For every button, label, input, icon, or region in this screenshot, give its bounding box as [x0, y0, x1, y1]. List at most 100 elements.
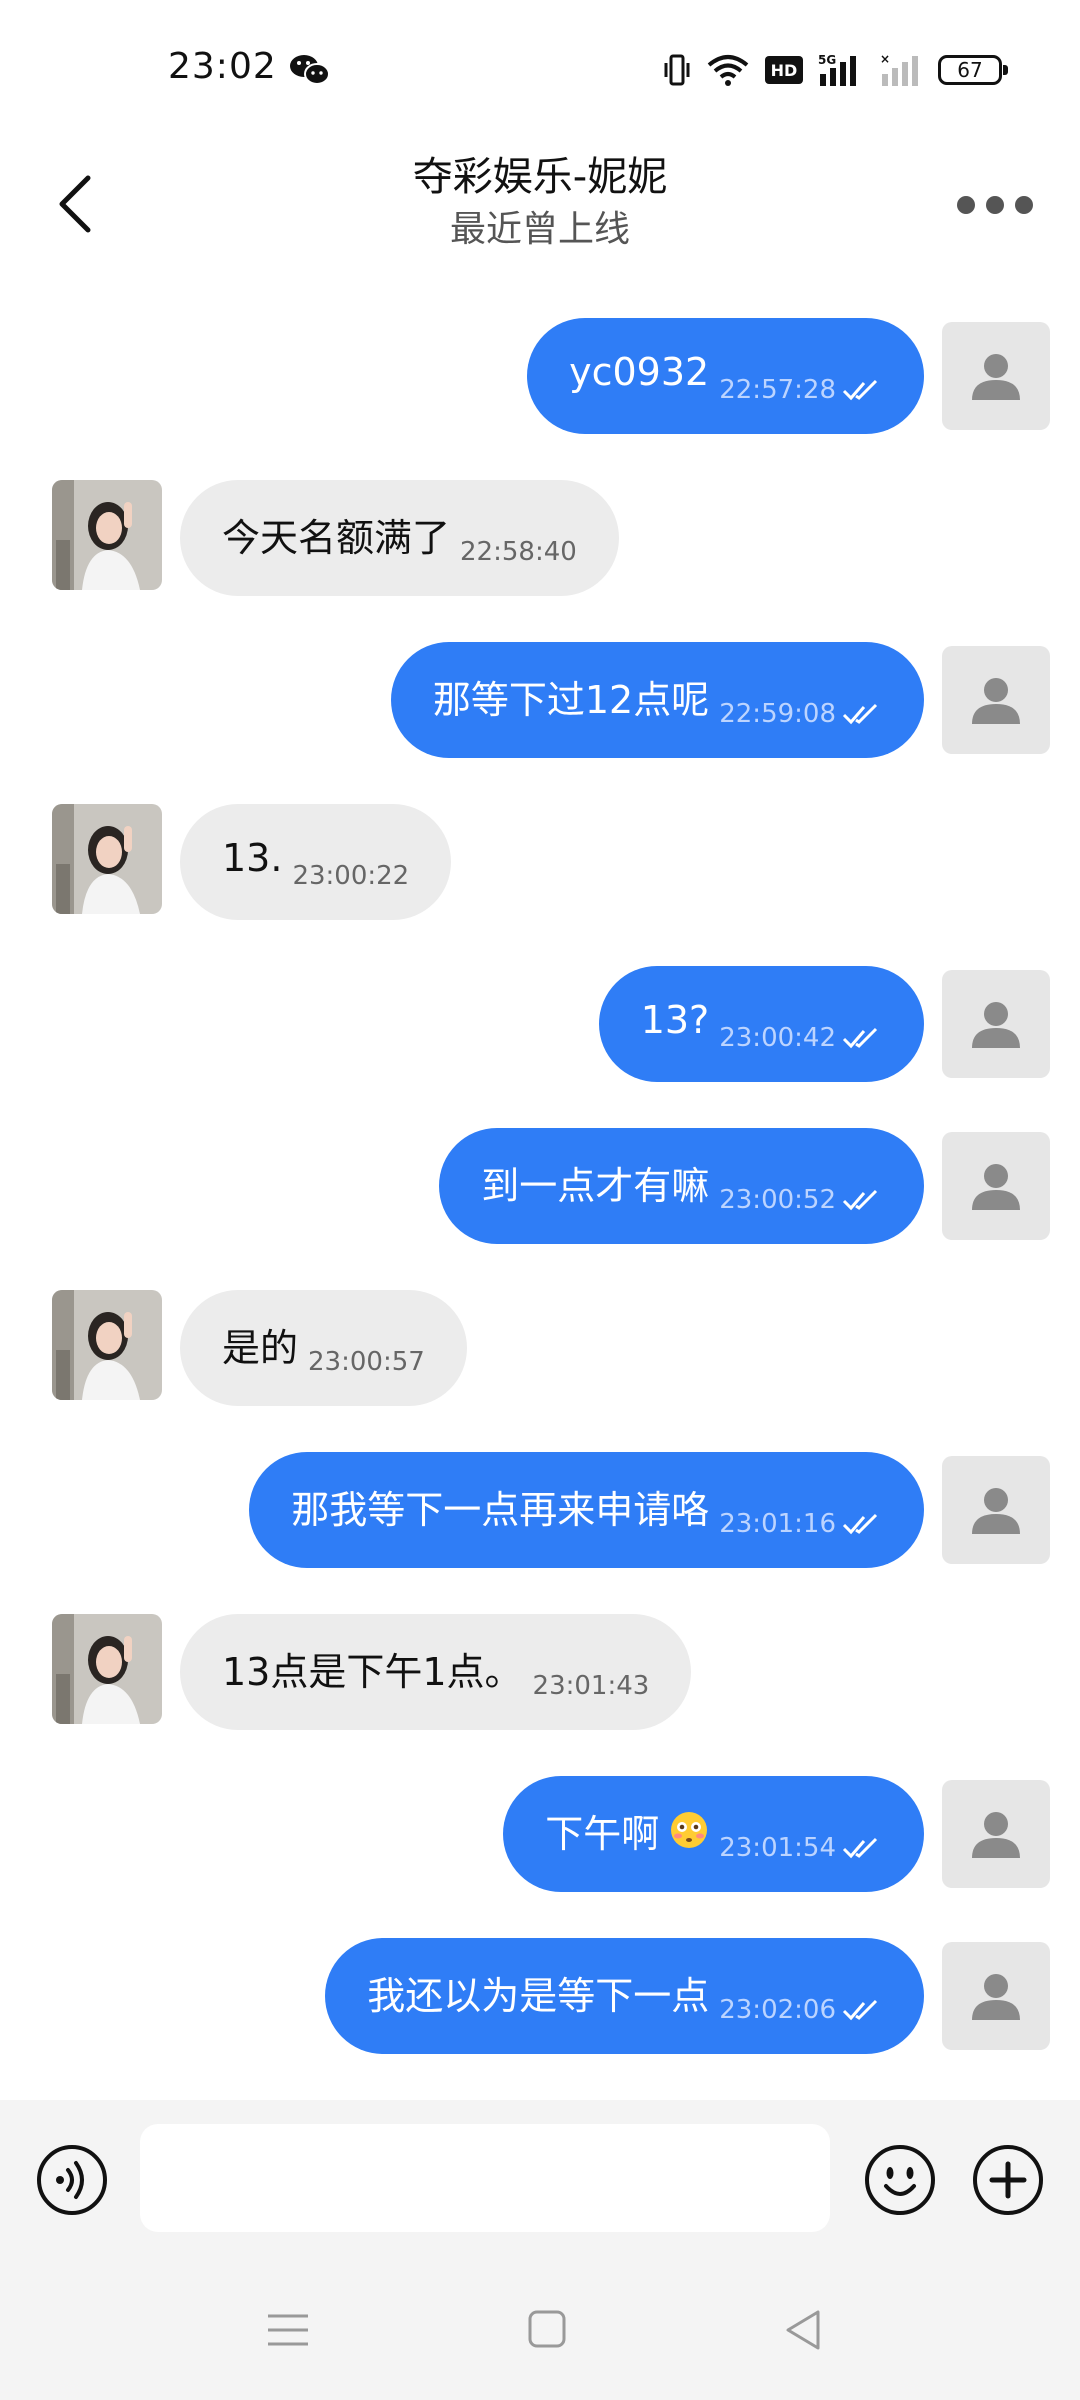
- message-time: 23:01:16: [719, 1509, 836, 1539]
- incoming-message: 是的 23:00:57: [0, 1290, 1080, 1406]
- outgoing-message: 13? 23:00:42: [0, 966, 1080, 1082]
- user-icon: [972, 1812, 1020, 1858]
- my-avatar[interactable]: [942, 1132, 1050, 1240]
- message-bubble[interactable]: 下午啊 23:01:54: [503, 1776, 924, 1892]
- message-time: 23:00:42: [719, 1023, 836, 1053]
- message-meta: 22:59:08: [719, 699, 882, 729]
- svg-text:×: ×: [880, 52, 890, 66]
- message-time: 23:01:43: [532, 1671, 650, 1701]
- message-list[interactable]: yc0932 22:57:28 今天名额满了 22:58:40 那等下过12点呢 22:5…: [0, 290, 1080, 2100]
- message-text: 13?: [640, 998, 710, 1042]
- message-meta: 22:58:40: [460, 537, 577, 567]
- system-nav-bar: [0, 2260, 1080, 2400]
- outgoing-message: 到一点才有嘛 23:00:52: [0, 1128, 1080, 1244]
- message-meta: 23:01:16: [719, 1509, 882, 1539]
- back-nav-icon[interactable]: [774, 2300, 834, 2360]
- home-icon[interactable]: [516, 2300, 576, 2360]
- online-status: 最近曾上线: [449, 209, 630, 250]
- svg-text:HD: HD: [771, 61, 798, 80]
- message-bubble[interactable]: 13. 23:00:22: [180, 804, 452, 920]
- more-options-icon[interactable]: [950, 170, 1040, 240]
- wifi-icon: [707, 55, 749, 86]
- user-icon: [972, 678, 1020, 724]
- menu-icon[interactable]: [258, 2300, 318, 2360]
- read-receipt-icon: [842, 1999, 878, 2021]
- message-bubble[interactable]: 13? 23:00:42: [598, 966, 924, 1082]
- my-avatar[interactable]: [942, 646, 1050, 754]
- voice-input-icon[interactable]: [36, 2144, 108, 2216]
- message-time: 23:00:52: [719, 1185, 836, 1215]
- message-bubble[interactable]: 是的 23:00:57: [180, 1290, 467, 1406]
- my-avatar[interactable]: [942, 322, 1050, 430]
- message-bubble[interactable]: 13点是下午1点。 23:01:43: [180, 1614, 692, 1730]
- outgoing-message: 下午啊 23:01:54: [0, 1776, 1080, 1892]
- message-bubble[interactable]: 我还以为是等下一点 23:02:06: [325, 1938, 924, 2054]
- read-receipt-icon: [842, 379, 878, 401]
- contact-photo: [52, 804, 162, 914]
- my-avatar[interactable]: [942, 1942, 1050, 2050]
- my-avatar[interactable]: [942, 970, 1050, 1078]
- message-meta: 22:57:28: [719, 375, 882, 405]
- user-icon: [972, 1488, 1020, 1534]
- message-text: 下午啊: [545, 1811, 660, 1856]
- contact-photo: [52, 1290, 162, 1400]
- message-time: 23:02:06: [719, 1995, 836, 2025]
- chat-title: 夺彩娱乐-妮妮: [412, 154, 668, 200]
- message-time: 22:58:40: [460, 537, 577, 567]
- message-meta: 23:02:06: [719, 1995, 882, 2025]
- read-receipt-icon: [842, 703, 878, 725]
- contact-photo: [52, 1614, 162, 1724]
- my-avatar[interactable]: [942, 1780, 1050, 1888]
- message-text: 到一点才有嘛: [481, 1163, 710, 1208]
- message-text: 那等下过12点呢: [432, 677, 710, 722]
- my-avatar[interactable]: [942, 1456, 1050, 1564]
- user-icon: [972, 1002, 1020, 1048]
- message-time: 23:00:57: [308, 1347, 425, 1377]
- message-meta: 23:01:54: [719, 1833, 882, 1863]
- battery-icon: 67: [938, 55, 1008, 85]
- message-bubble[interactable]: 到一点才有嘛 23:00:52: [439, 1128, 924, 1244]
- signal-5g-icon: 5G: [818, 53, 856, 86]
- message-time: 22:59:08: [719, 699, 836, 729]
- message-bubble[interactable]: 今天名额满了 22:58:40: [180, 480, 619, 596]
- message-input[interactable]: [140, 2124, 830, 2232]
- chat-header: 夺彩娱乐-妮妮 最近曾上线: [0, 140, 1080, 280]
- message-meta: 23:00:57: [308, 1347, 425, 1377]
- read-receipt-icon: [842, 1027, 878, 1049]
- status-time: 23:02: [168, 46, 277, 87]
- contact-avatar[interactable]: [52, 804, 162, 914]
- contact-avatar[interactable]: [52, 1290, 162, 1400]
- message-text: 13.: [222, 836, 283, 880]
- read-receipt-icon: [842, 1837, 878, 1859]
- message-text: 那我等下一点再来申请咯: [291, 1487, 710, 1532]
- message-text: 我还以为是等下一点: [367, 1973, 710, 2018]
- vibrate-icon: [664, 54, 690, 86]
- user-icon: [972, 354, 1020, 400]
- message-bubble[interactable]: 那我等下一点再来申请咯 23:01:16: [249, 1452, 924, 1568]
- contact-avatar[interactable]: [52, 480, 162, 590]
- contact-avatar[interactable]: [52, 1614, 162, 1724]
- outgoing-message: 我还以为是等下一点 23:02:06: [0, 1938, 1080, 2054]
- status-bar: 23:02 HD 5G × 67: [0, 0, 1080, 140]
- svg-text:5G: 5G: [818, 53, 836, 67]
- emoji-icon[interactable]: [864, 2144, 936, 2216]
- message-text: 今天名额满了: [222, 515, 451, 560]
- outgoing-message: 那等下过12点呢 22:59:08: [0, 642, 1080, 758]
- signal-empty-icon: ×: [880, 52, 918, 86]
- message-meta: 23:00:22: [292, 861, 409, 891]
- user-icon: [972, 1164, 1020, 1210]
- flushed-face-emoji: [671, 1812, 708, 1848]
- message-meta: 23:00:42: [719, 1023, 882, 1053]
- plus-icon[interactable]: [972, 2144, 1044, 2216]
- outgoing-message: 那我等下一点再来申请咯 23:01:16: [0, 1452, 1080, 1568]
- message-text: 是的: [222, 1325, 299, 1370]
- message-text: yc0932: [569, 350, 710, 394]
- message-text: 13点是下午1点。: [222, 1649, 523, 1694]
- read-receipt-icon: [842, 1513, 878, 1535]
- input-bar: [0, 2100, 1080, 2260]
- incoming-message: 13点是下午1点。 23:01:43: [0, 1614, 1080, 1730]
- message-time: 23:01:54: [719, 1833, 836, 1863]
- message-bubble[interactable]: 那等下过12点呢 22:59:08: [390, 642, 924, 758]
- message-bubble[interactable]: yc0932 22:57:28: [527, 318, 924, 434]
- hd-icon: HD: [765, 56, 803, 84]
